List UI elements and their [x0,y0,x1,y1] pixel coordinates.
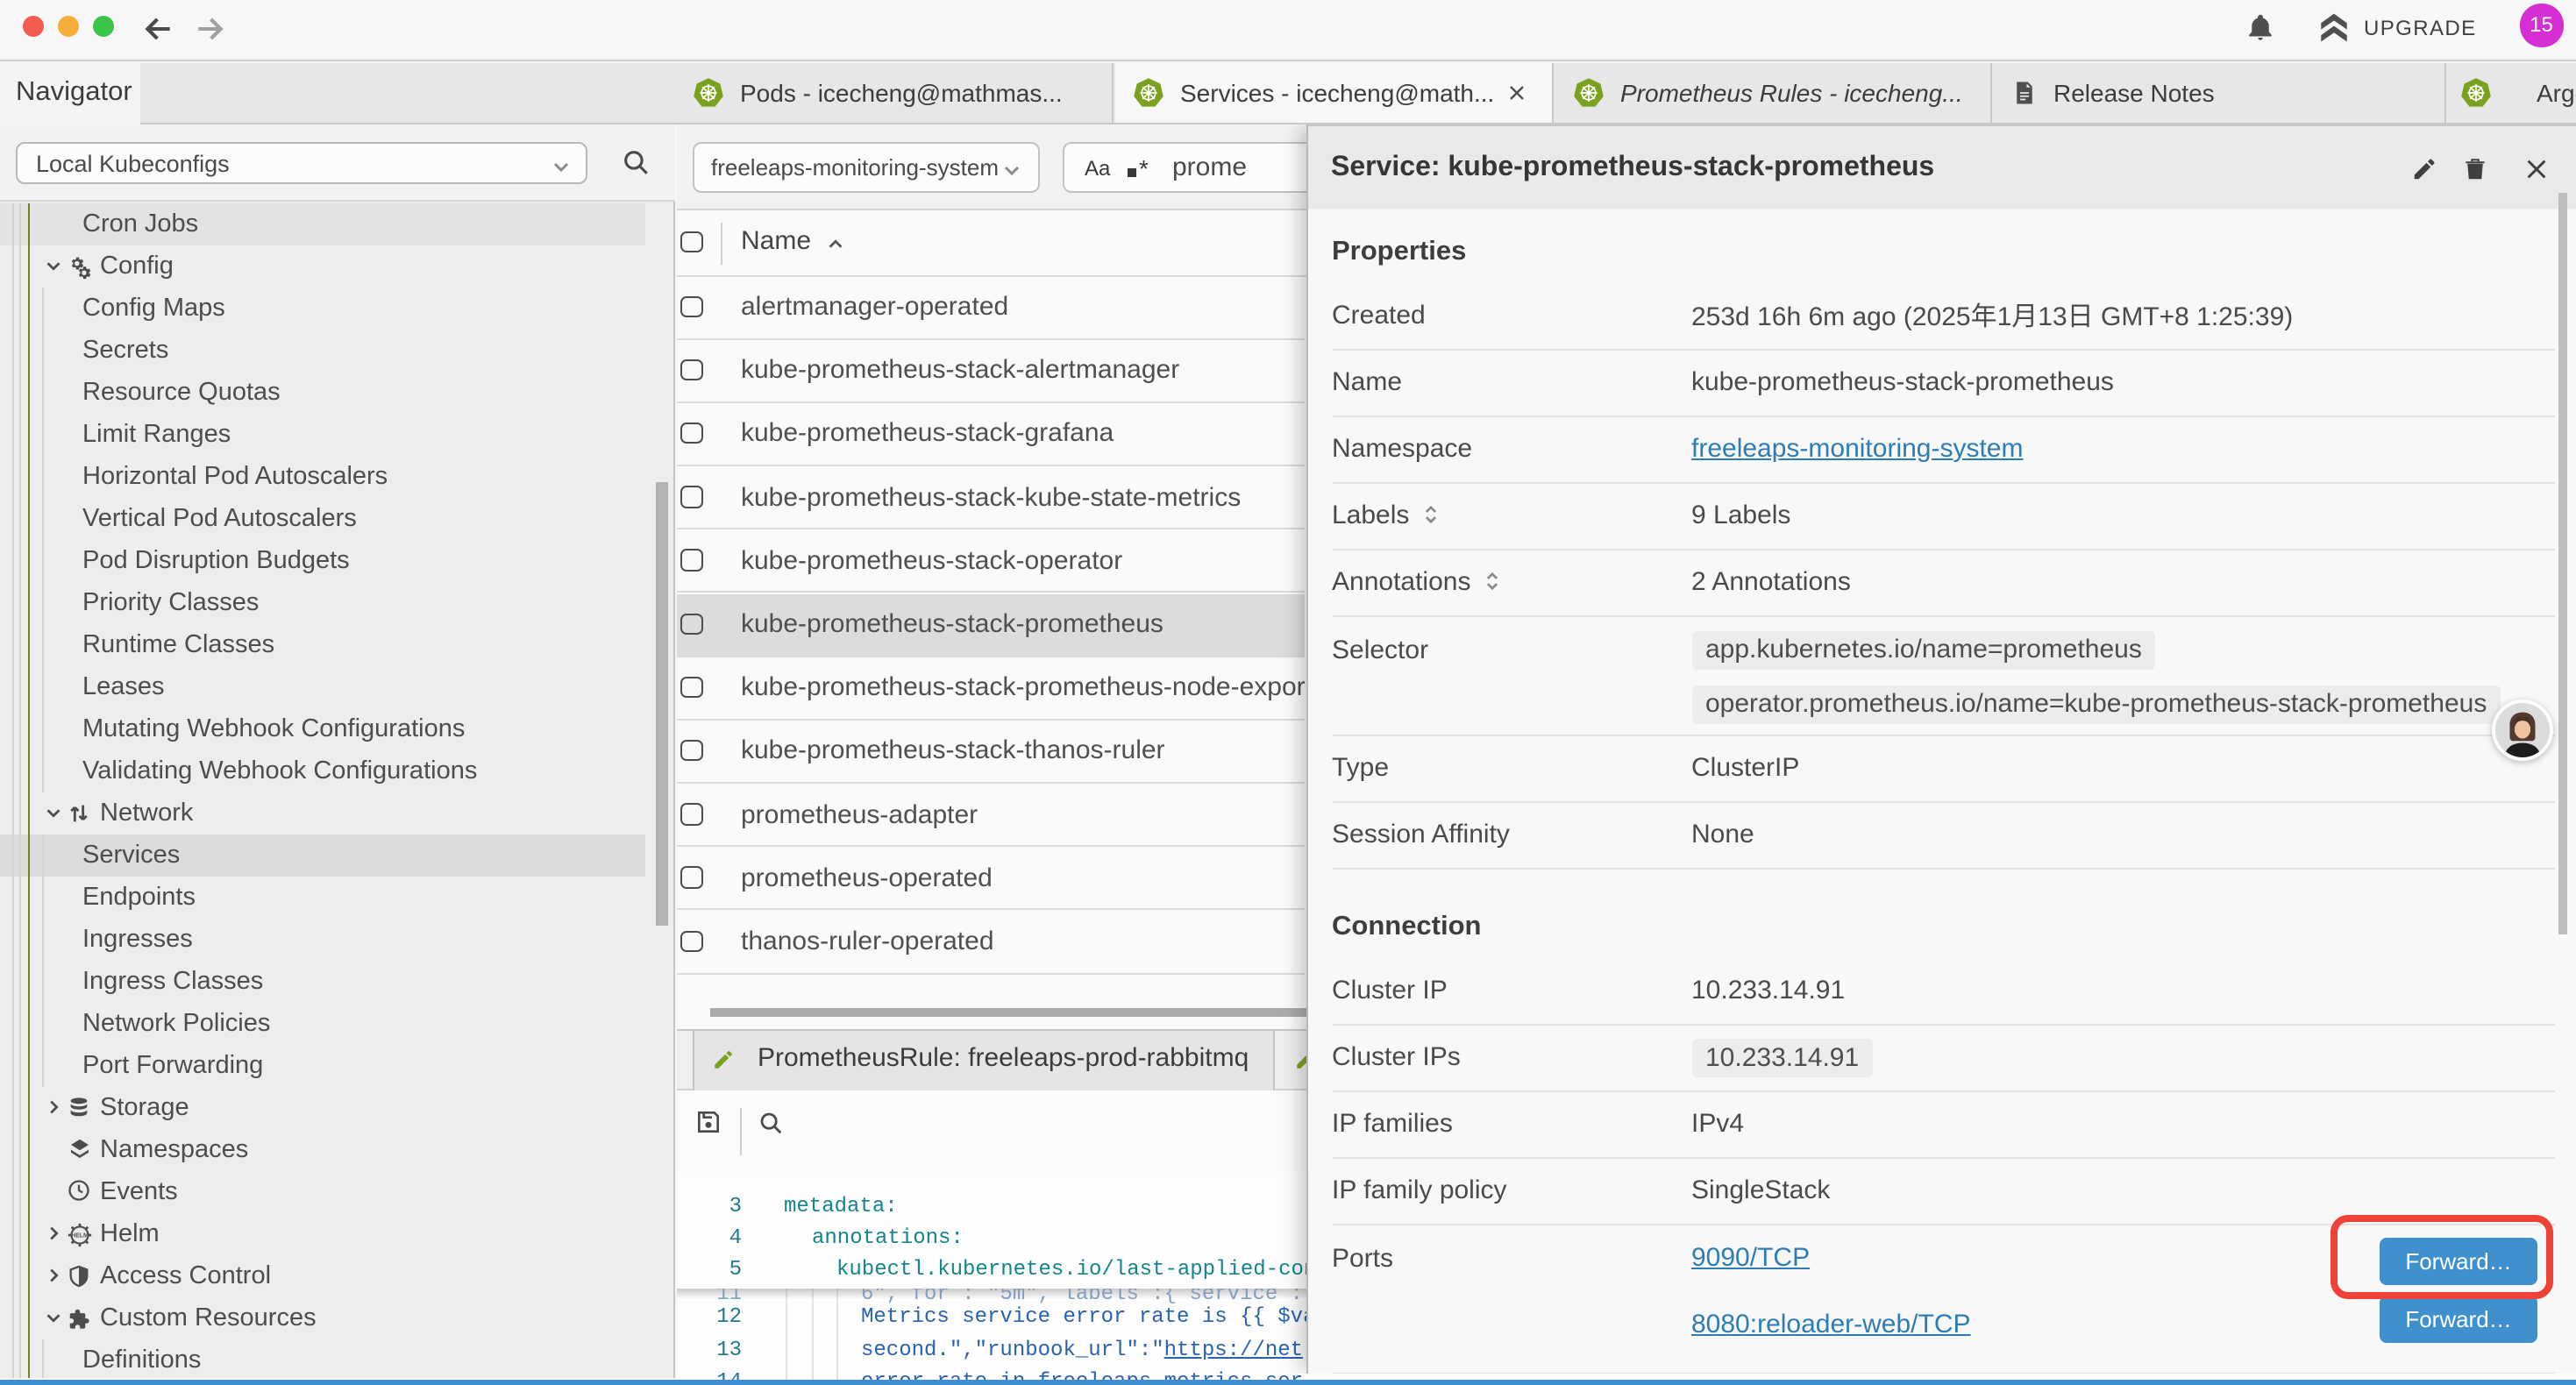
svg-text:HELM: HELM [71,1232,89,1239]
